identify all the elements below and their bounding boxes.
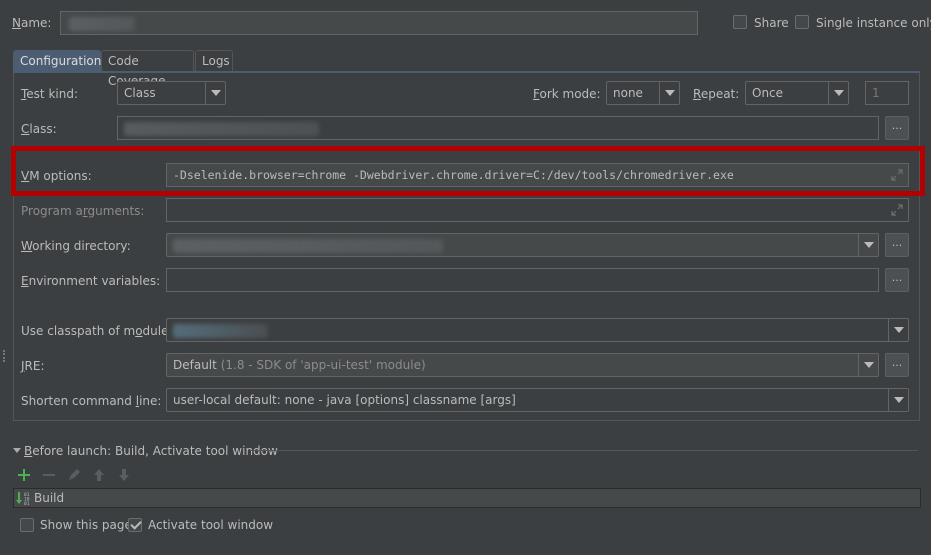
working-directory-browse-button[interactable]: ...	[885, 233, 909, 257]
fork-mode-label: Fork mode:	[533, 87, 601, 101]
shorten-command-line-label: Shorten command line:	[21, 394, 162, 408]
chevron-down-icon	[828, 82, 848, 104]
test-kind-label: Test kind:	[21, 87, 78, 101]
classpath-label: Use classpath of module:	[21, 324, 173, 338]
single-instance-checkbox[interactable]	[795, 15, 809, 29]
tab-configuration[interactable]: Configuration	[13, 50, 101, 72]
repeat-count-input[interactable]: 1	[865, 81, 909, 105]
jre-label: JRE:	[21, 359, 45, 373]
program-arguments-input[interactable]	[166, 198, 909, 222]
separator-line	[250, 450, 918, 451]
build-item-label: Build	[34, 491, 65, 505]
add-icon[interactable]	[16, 467, 32, 483]
jre-value-detail: (1.8 - SDK of 'app-ui-test' module)	[220, 358, 426, 372]
move-down-icon[interactable]	[116, 467, 132, 483]
svg-text:01: 01	[24, 501, 30, 506]
single-instance-label: Single instance only	[816, 16, 931, 30]
collapse-triangle-icon[interactable]	[13, 448, 21, 453]
shorten-command-line-select[interactable]: user-local default: none - java [options…	[166, 388, 909, 412]
class-browse-button[interactable]: ...	[885, 116, 909, 140]
repeat-label: Repeat:	[693, 87, 740, 101]
name-value-redacted	[69, 16, 135, 31]
repeat-value: Once	[752, 86, 784, 100]
tab-logs[interactable]: Logs	[195, 50, 233, 72]
classpath-module-select[interactable]	[166, 318, 909, 342]
edit-icon[interactable]	[66, 467, 82, 483]
test-kind-value: Class	[124, 86, 156, 100]
chevron-down-icon	[858, 354, 878, 376]
shorten-command-line-value: user-local default: none - java [options…	[173, 393, 516, 407]
share-checkbox[interactable]	[733, 15, 747, 29]
repeat-select[interactable]: Once	[745, 81, 849, 105]
classpath-value-redacted	[173, 323, 268, 338]
fork-mode-value: none	[613, 86, 643, 100]
jre-value: Default	[173, 358, 217, 372]
fork-mode-select[interactable]: none	[606, 81, 680, 105]
working-directory-select[interactable]	[166, 233, 879, 257]
show-page-checkbox[interactable]	[20, 518, 34, 532]
class-label: Class:	[21, 122, 57, 136]
share-label: Share	[754, 16, 789, 30]
splitter-handle[interactable]	[3, 350, 5, 362]
activate-tool-window-label: Activate tool window	[148, 518, 274, 532]
test-kind-select[interactable]: Class	[117, 81, 226, 105]
environment-variables-label: Environment variables:	[21, 274, 161, 288]
working-directory-label: Working directory:	[21, 239, 131, 253]
chevron-down-icon	[888, 319, 908, 341]
name-input[interactable]	[60, 11, 698, 35]
remove-icon[interactable]	[41, 467, 57, 483]
expand-icon[interactable]	[890, 203, 904, 217]
move-up-icon[interactable]	[91, 467, 107, 483]
chevron-down-icon	[659, 82, 679, 104]
highlight-frame	[11, 146, 925, 196]
tab-code-coverage[interactable]: Code Coverage	[101, 50, 194, 88]
build-icon: 01 10 01	[16, 492, 30, 506]
jre-select[interactable]: Default (1.8 - SDK of 'app-ui-test' modu…	[166, 353, 879, 377]
chevron-down-icon	[205, 82, 225, 104]
name-label: Name:	[12, 16, 52, 30]
environment-variables-input[interactable]	[166, 268, 879, 292]
list-item[interactable]: 01 10 01 Build	[14, 489, 920, 507]
class-input[interactable]	[117, 116, 879, 140]
program-arguments-label: Program arguments:	[21, 204, 145, 218]
jre-browse-button[interactable]: ...	[885, 353, 909, 377]
class-value-redacted	[124, 121, 319, 136]
working-directory-value-redacted	[173, 238, 443, 253]
before-launch-title[interactable]: Before launch: Build, Activate tool wind…	[24, 443, 278, 459]
chevron-down-icon	[858, 234, 878, 256]
environment-variables-browse-button[interactable]: ...	[885, 268, 909, 292]
show-page-label: Show this page	[40, 518, 132, 532]
activate-tool-window-checkbox[interactable]	[128, 518, 142, 532]
chevron-down-icon	[888, 389, 908, 411]
before-launch-list: 01 10 01 Build	[13, 488, 921, 508]
